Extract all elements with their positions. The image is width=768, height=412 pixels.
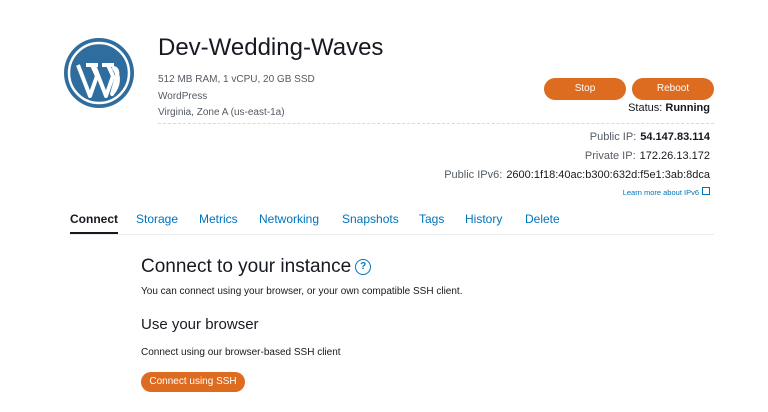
tab-history[interactable]: History [465, 212, 502, 233]
status-badge: Status: Running [628, 102, 710, 114]
external-link-icon [702, 187, 710, 195]
tab-delete[interactable]: Delete [525, 212, 560, 233]
tab-snapshots[interactable]: Snapshots [342, 212, 399, 233]
connect-ssh-button[interactable]: Connect using SSH [141, 372, 245, 392]
browser-section-description: Connect using our browser-based SSH clie… [141, 347, 341, 358]
tab-storage[interactable]: Storage [136, 212, 178, 233]
instance-blueprint: WordPress [158, 91, 208, 102]
connect-title-text: Connect to your instance [141, 256, 352, 277]
learn-more-ipv6-link[interactable]: Learn more about IPv6 [623, 187, 710, 197]
private-ip-value: 172.26.13.172 [639, 150, 710, 162]
tab-networking[interactable]: Networking [259, 212, 319, 233]
tab-tags[interactable]: Tags [419, 212, 444, 233]
private-ip-label: Private IP: [584, 150, 636, 162]
instance-page: Dev-Wedding-Waves 512 MB RAM, 1 vCPU, 20… [0, 0, 768, 412]
reboot-button[interactable]: Reboot [632, 78, 714, 100]
browser-section-title: Use your browser [141, 316, 259, 333]
instance-name: Dev-Wedding-Waves [158, 34, 384, 61]
tab-connect[interactable]: Connect [70, 212, 118, 234]
public-ipv6-label: Public IPv6: [444, 169, 503, 181]
public-ip-label: Public IP: [589, 131, 637, 143]
public-ip-row: Public IP: 54.147.83.114 [590, 131, 710, 143]
private-ip-row: Private IP: 172.26.13.172 [585, 150, 710, 162]
status-value: Running [665, 102, 710, 114]
learn-more-ipv6-label: Learn more about IPv6 [622, 188, 699, 197]
tab-bar: Connect Storage Metrics Networking Snaps… [70, 212, 714, 235]
instance-location: Virginia, Zone A (us-east-1a) [158, 107, 285, 118]
tab-metrics[interactable]: Metrics [199, 212, 238, 233]
wordpress-logo-icon [64, 38, 134, 108]
help-icon[interactable]: ? [355, 259, 372, 275]
stop-button[interactable]: Stop [544, 78, 626, 100]
status-label: Status: [628, 102, 663, 114]
public-ip-value: 54.147.83.114 [640, 131, 710, 143]
header-divider [158, 123, 714, 124]
public-ipv6-row: Public IPv6: 2600:1f18:40ac:b300:632d:f5e… [444, 169, 710, 181]
connect-title: Connect to your instance? [141, 256, 372, 278]
instance-specs: 512 MB RAM, 1 vCPU, 20 GB SSD [158, 74, 315, 85]
connect-description: You can connect using your browser, or y… [141, 286, 463, 297]
public-ipv6-value: 2600:1f18:40ac:b300:632d:f5e1:3ab:8dca [506, 169, 710, 181]
